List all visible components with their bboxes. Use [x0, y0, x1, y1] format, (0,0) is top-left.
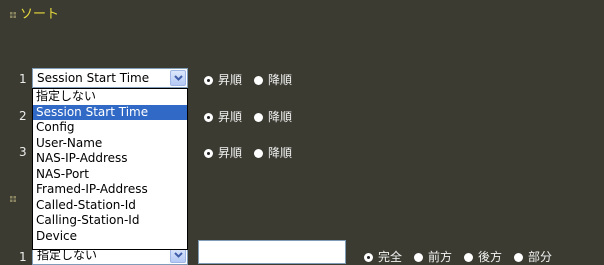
match-exact-radio[interactable] [364, 252, 373, 262]
sort-desc-radio-3[interactable] [254, 148, 264, 158]
dropdown-option-selected[interactable]: Session Start Time [33, 104, 187, 120]
sort-order-group-3: 昇順 降順 [204, 146, 304, 160]
match-suffix-radio[interactable] [464, 252, 474, 262]
dropdown-option[interactable]: User-Name [33, 136, 187, 152]
sort-desc-radio-2[interactable] [254, 112, 264, 122]
sort-asc-radio-2[interactable] [204, 112, 213, 122]
match-prefix-label: 前方 [428, 250, 453, 264]
sort-key-dropdown-list[interactable]: 指定しない Session Start Time Config User-Nam… [32, 88, 188, 250]
match-partial-label: 部分 [528, 250, 553, 264]
sort-desc-label-3: 降順 [268, 146, 293, 160]
sort-asc-radio-1[interactable] [204, 75, 213, 85]
sort-desc-label-2: 降順 [268, 110, 293, 124]
dropdown-option[interactable]: Calling-Station-Id [33, 213, 187, 229]
sort-asc-label-1: 昇順 [218, 73, 243, 87]
dropdown-option[interactable]: Framed-IP-Address [33, 182, 187, 198]
dropdown-option[interactable]: 指定しない [33, 89, 187, 105]
sort-key-select-1-value: Session Start Time [37, 71, 150, 85]
sort-key-select-1[interactable]: Session Start Time [32, 68, 188, 88]
sort-asc-label-2: 昇順 [218, 110, 243, 124]
match-suffix-label: 後方 [478, 250, 503, 264]
dropdown-option[interactable]: NAS-Port [33, 167, 187, 183]
dropdown-option[interactable]: Called-Station-Id [33, 198, 187, 214]
match-type-group: 完全 前方 後方 部分 [364, 250, 564, 264]
dropdown-option[interactable]: NAS-IP-Address [33, 151, 187, 167]
sort-row-3-number: 3 [19, 145, 27, 159]
sort-section-title-text: ソート [20, 7, 60, 22]
match-prefix-radio[interactable] [414, 252, 424, 262]
sort-asc-label-3: 昇順 [218, 146, 243, 160]
match-exact-label: 完全 [378, 250, 403, 264]
filter-section-grid-icon [10, 196, 16, 202]
sort-desc-radio-1[interactable] [254, 75, 264, 85]
sort-asc-radio-3[interactable] [204, 148, 213, 158]
sort-row-2-number: 2 [19, 109, 27, 123]
sort-row-1-number: 1 [19, 72, 27, 86]
sort-section-title: ソート [10, 7, 59, 23]
dropdown-option[interactable]: Device [33, 229, 187, 245]
dropdown-option[interactable]: Config [33, 120, 187, 136]
filter-value-input[interactable] [198, 240, 346, 264]
sort-desc-label-1: 降順 [268, 73, 293, 87]
chevron-down-icon[interactable] [170, 70, 186, 86]
sort-order-group-2: 昇順 降順 [204, 110, 304, 124]
match-partial-radio[interactable] [514, 252, 524, 262]
sort-order-group-1: 昇順 降順 [204, 73, 304, 87]
filter-row-1-number: 1 [19, 250, 27, 264]
filter-field-select-value: 指定しない [37, 248, 98, 262]
grid-icon [10, 12, 16, 18]
